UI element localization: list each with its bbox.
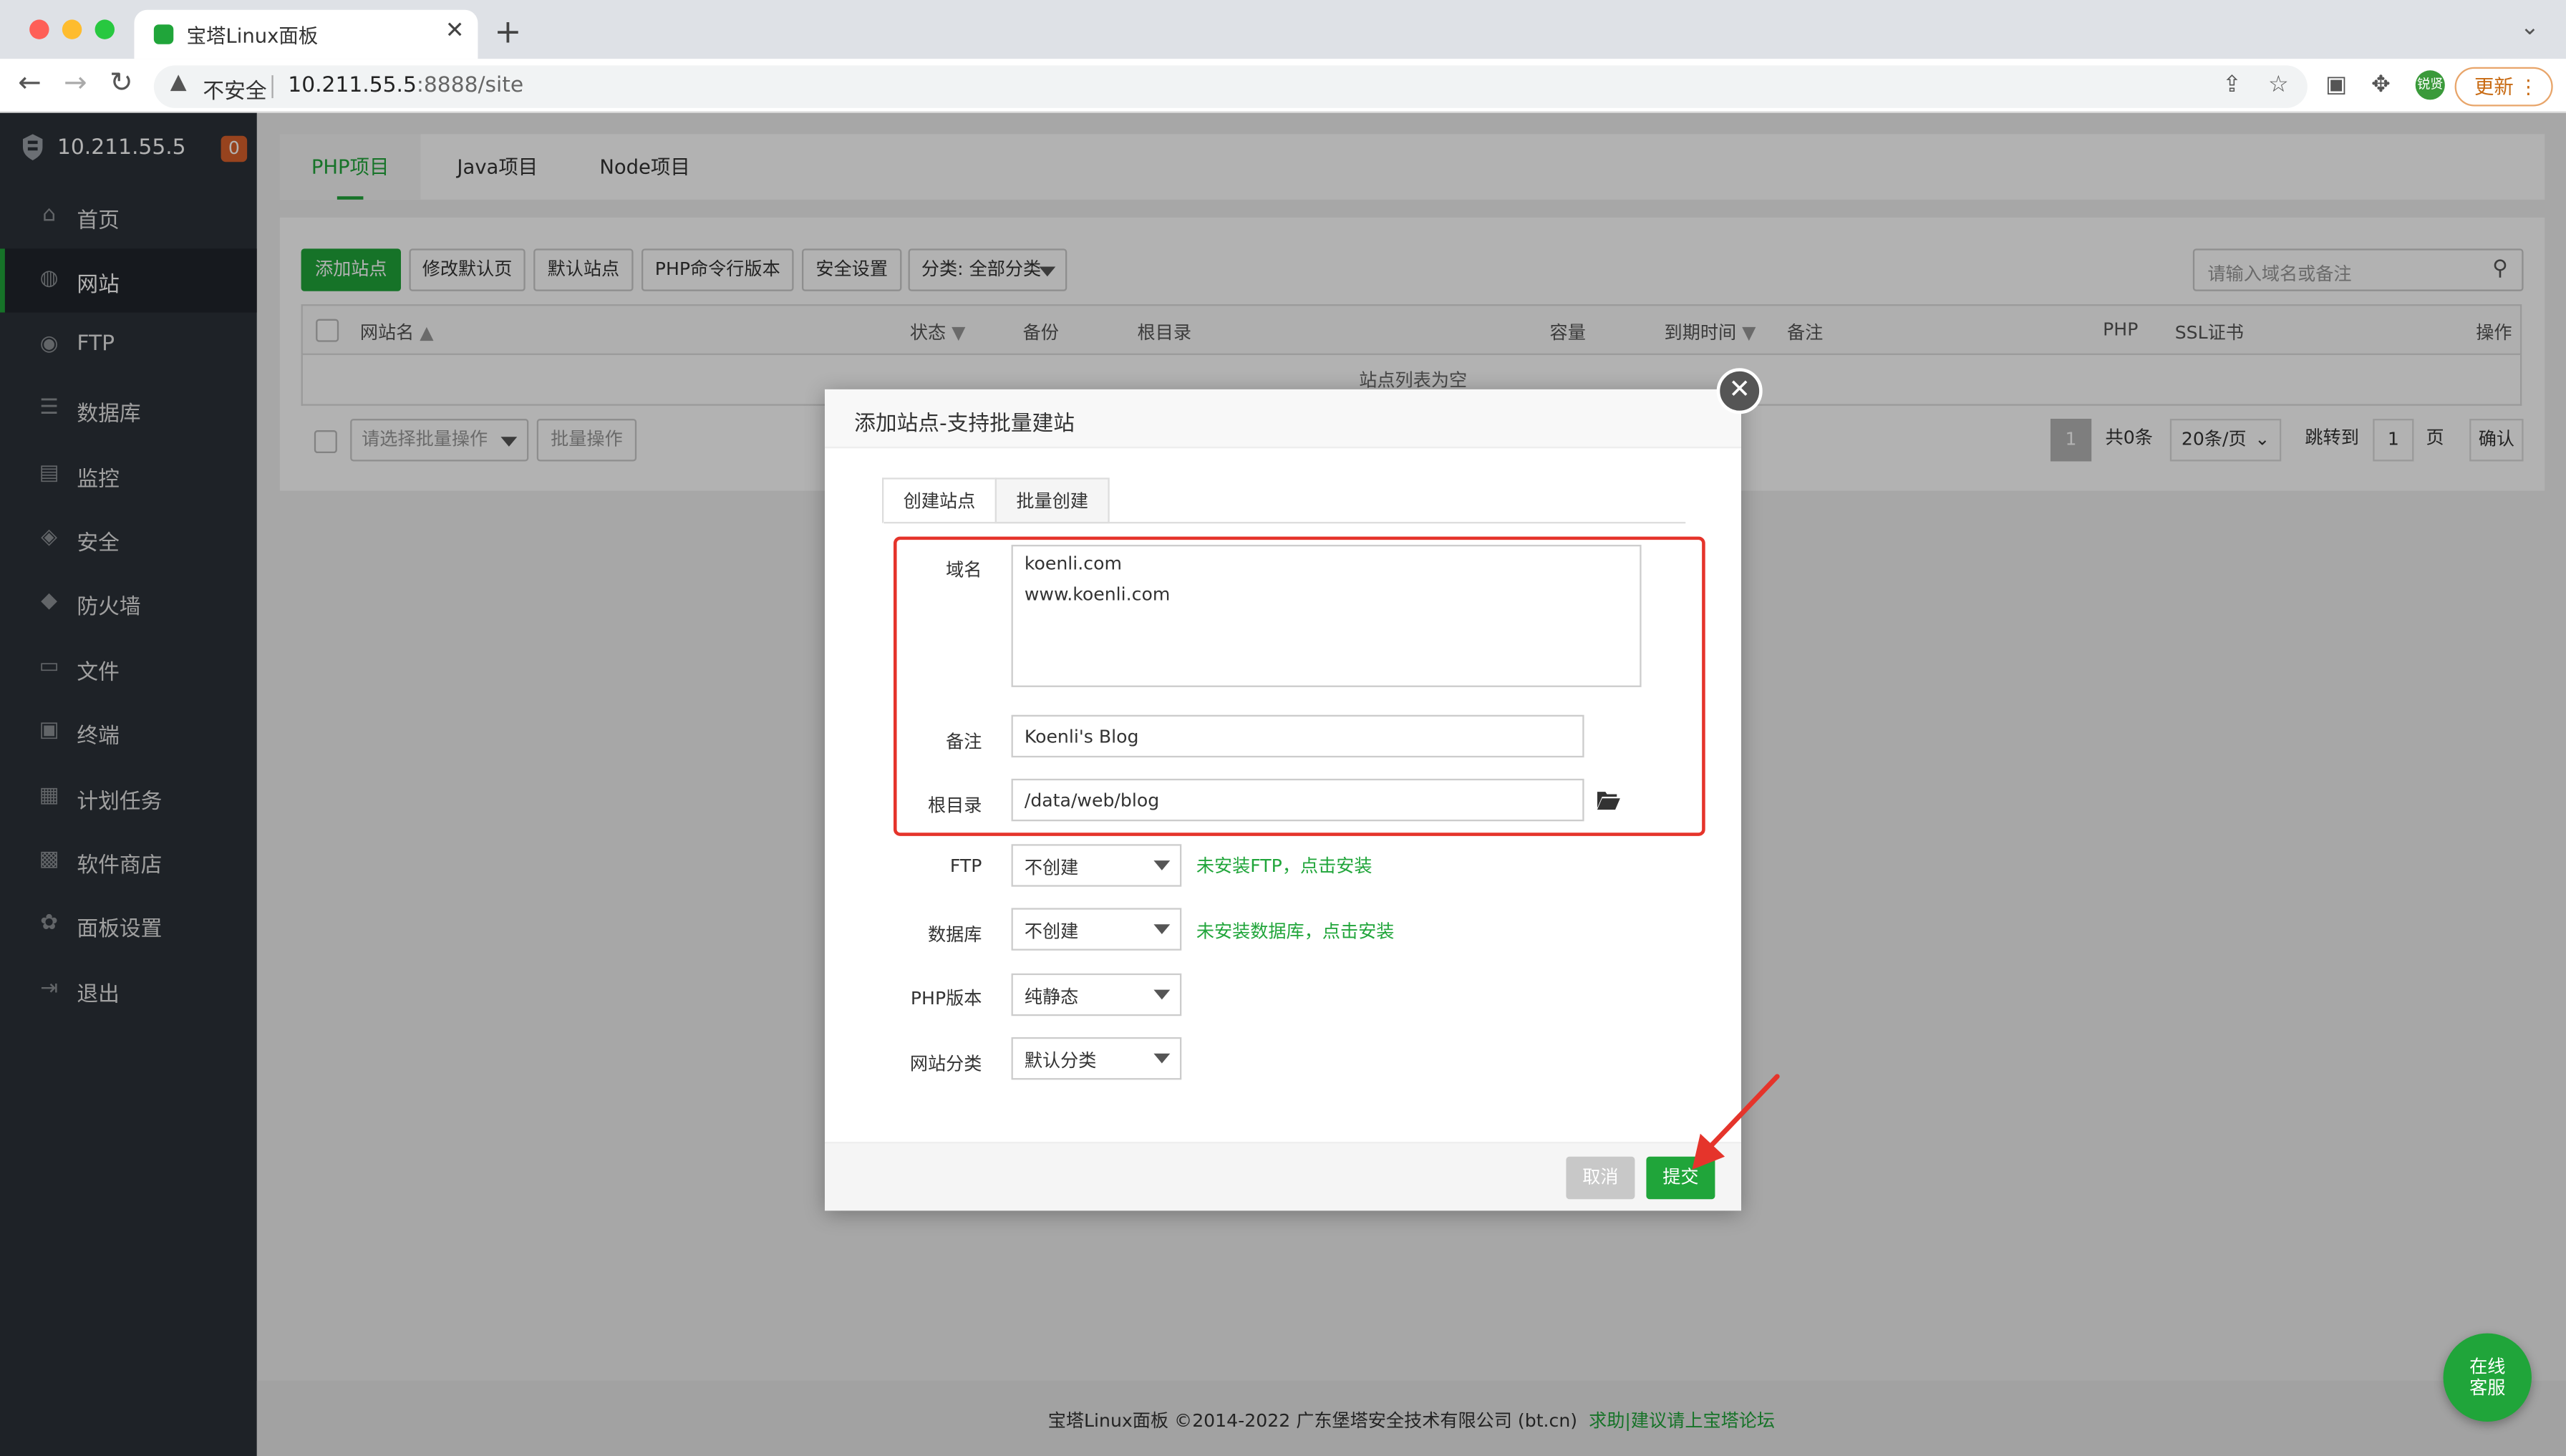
minimize-window-button[interactable] — [62, 19, 82, 39]
tab-search-chevron-icon[interactable]: ⌄ — [2520, 15, 2540, 42]
chevron-down-icon — [1153, 924, 1171, 934]
tab-batch-create[interactable]: 批量创建 — [994, 477, 1110, 524]
ftp-select-value: 不创建 — [1024, 857, 1079, 879]
domain-textarea[interactable]: koenli.com www.koenli.com — [1011, 545, 1642, 687]
domain-line: www.koenli.com — [1024, 583, 1171, 606]
baota-favicon-icon — [153, 24, 174, 44]
database-select-value: 不创建 — [1024, 921, 1079, 943]
security-label[interactable]: 不安全 — [203, 74, 266, 105]
forward-icon[interactable]: → — [64, 67, 87, 100]
php-version-select[interactable]: 纯静态 — [1011, 973, 1182, 1016]
dialog-footer: 取消 提交 — [824, 1142, 1741, 1211]
remark-label: 备注 — [946, 731, 982, 753]
url-path: :8888/site — [416, 73, 524, 99]
bookmark-star-icon[interactable]: ☆ — [2268, 72, 2289, 99]
ftp-label: FTP — [949, 855, 982, 877]
dialog-title: 添加站点-支持批量建站 — [854, 412, 1075, 437]
online-service-line2: 客服 — [2469, 1377, 2506, 1399]
ftp-select[interactable]: 不创建 — [1011, 844, 1182, 887]
profile-avatar[interactable]: 锐贤 — [2415, 70, 2445, 100]
online-service-line1: 在线 — [2469, 1356, 2506, 1378]
online-service-button[interactable]: 在线 客服 — [2443, 1333, 2532, 1422]
site-category-select[interactable]: 默认分类 — [1011, 1037, 1182, 1080]
browser-tab[interactable]: 宝塔Linux面板 ✕ — [134, 9, 478, 59]
share-icon[interactable]: ⇪ — [2222, 72, 2242, 99]
site-category-value: 默认分类 — [1024, 1050, 1097, 1072]
close-tab-icon[interactable]: ✕ — [445, 18, 465, 44]
not-secure-warning-icon[interactable]: ▲ — [170, 70, 187, 94]
chevron-down-icon — [1153, 1053, 1171, 1064]
new-tab-icon[interactable]: + — [494, 11, 521, 51]
install-ftp-link[interactable]: 未安装FTP，点击安装 — [1196, 853, 1372, 879]
annotation-arrow-icon — [1692, 1074, 1780, 1170]
domain-label: 域名 — [946, 559, 982, 581]
back-icon[interactable]: ← — [18, 67, 42, 100]
folder-open-icon[interactable] — [1597, 790, 1620, 810]
close-window-button[interactable] — [29, 19, 49, 39]
php-version-value: 纯静态 — [1024, 986, 1079, 1008]
browser-toolbar: ← → ↻ ▲ 不安全 10.211.55.5:8888/site ⇪ ☆ ▣ … — [0, 59, 2566, 113]
root-dir-label: 根目录 — [927, 795, 982, 817]
puzzle-extensions-icon[interactable]: ✥ — [2371, 72, 2391, 99]
url-text[interactable]: 10.211.55.5:8888/site — [288, 74, 523, 98]
root-dir-input[interactable]: /data/web/blog — [1011, 778, 1584, 822]
site-category-label: 网站分类 — [909, 1053, 982, 1075]
update-label: 更新 — [2474, 75, 2514, 99]
maximize-window-button[interactable] — [95, 19, 115, 39]
address-bar[interactable]: ▲ 不安全 10.211.55.5:8888/site — [153, 65, 2308, 108]
install-database-link[interactable]: 未安装数据库，点击安装 — [1196, 918, 1395, 944]
add-site-dialog: 添加站点-支持批量建站 ✕ 创建站点 批量创建 域名 koenli.com ww… — [824, 368, 1763, 1211]
chevron-down-icon — [1153, 860, 1171, 870]
address-divider — [271, 75, 273, 99]
browser-tab-strip: 宝塔Linux面板 ✕ + ⌄ — [0, 0, 2566, 59]
chevron-down-icon — [1153, 989, 1171, 1000]
update-button[interactable]: 更新 ⋮ — [2454, 67, 2553, 107]
close-dialog-icon[interactable]: ✕ — [1716, 368, 1763, 414]
url-host: 10.211.55.5 — [288, 73, 417, 99]
remark-input[interactable]: Koenli's Blog — [1011, 714, 1584, 758]
extension-icon[interactable]: ▣ — [2325, 72, 2347, 99]
database-select[interactable]: 不创建 — [1011, 908, 1182, 951]
tab-title: 宝塔Linux面板 — [186, 24, 319, 48]
php-version-label: PHP版本 — [910, 988, 982, 1010]
reload-icon[interactable]: ↻ — [110, 67, 133, 100]
more-menu-icon[interactable]: ⋮ — [2519, 69, 2538, 105]
cancel-button[interactable]: 取消 — [1566, 1156, 1635, 1200]
dialog-header: 添加站点-支持批量建站 — [824, 389, 1741, 449]
tab-divider — [883, 522, 1686, 524]
tab-create-site[interactable]: 创建站点 — [881, 477, 997, 524]
database-label: 数据库 — [927, 924, 982, 946]
domain-line: koenli.com — [1024, 553, 1122, 575]
